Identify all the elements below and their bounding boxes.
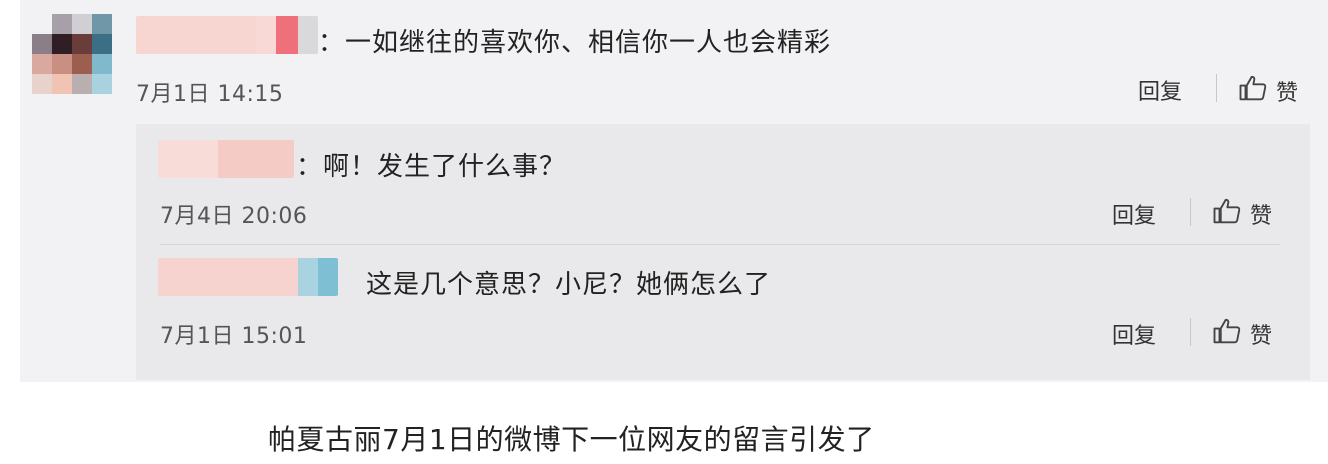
comment-time: 7月1日 14:15 bbox=[136, 82, 284, 107]
reply-time: 7月1日 15:01 bbox=[160, 324, 308, 349]
reply-label: 回复 bbox=[1112, 204, 1157, 229]
action-divider bbox=[1216, 74, 1217, 102]
thumb-up-icon bbox=[1238, 73, 1268, 109]
like-button[interactable]: 赞 bbox=[1212, 196, 1272, 232]
reply-username-blurred[interactable] bbox=[158, 140, 294, 178]
comment-text: ：一如继往的喜欢你、相信你一人也会精彩 bbox=[318, 28, 832, 58]
reply-time: 7月4日 20:06 bbox=[160, 204, 308, 229]
like-label: 赞 bbox=[1250, 324, 1273, 349]
reply-text: ：啊！发生了什么事？ bbox=[296, 152, 567, 182]
reply-button[interactable]: 回复 bbox=[1112, 198, 1156, 230]
reply-button[interactable]: 回复 bbox=[1138, 74, 1182, 106]
thumb-up-icon bbox=[1212, 196, 1242, 232]
article-caption: 帕夏古丽7月1日的微博下一位网友的留言引发了 bbox=[268, 423, 875, 456]
reply-divider bbox=[160, 244, 1280, 245]
like-button[interactable]: 赞 bbox=[1212, 316, 1272, 352]
reply-text: 这是几个意思？小尼？她俩怎么了 bbox=[366, 270, 772, 300]
reply-label: 回复 bbox=[1138, 80, 1183, 105]
username-blurred[interactable] bbox=[136, 16, 318, 54]
thumb-up-icon bbox=[1212, 316, 1242, 352]
reply-label: 回复 bbox=[1112, 324, 1157, 349]
like-button[interactable]: 赞 bbox=[1238, 73, 1298, 109]
reply-username-blurred[interactable] bbox=[158, 258, 338, 296]
like-label: 赞 bbox=[1250, 204, 1273, 229]
action-divider bbox=[1190, 318, 1191, 346]
action-divider bbox=[1190, 198, 1191, 226]
like-label: 赞 bbox=[1276, 81, 1299, 106]
avatar[interactable] bbox=[32, 14, 112, 94]
reply-button[interactable]: 回复 bbox=[1112, 318, 1156, 350]
